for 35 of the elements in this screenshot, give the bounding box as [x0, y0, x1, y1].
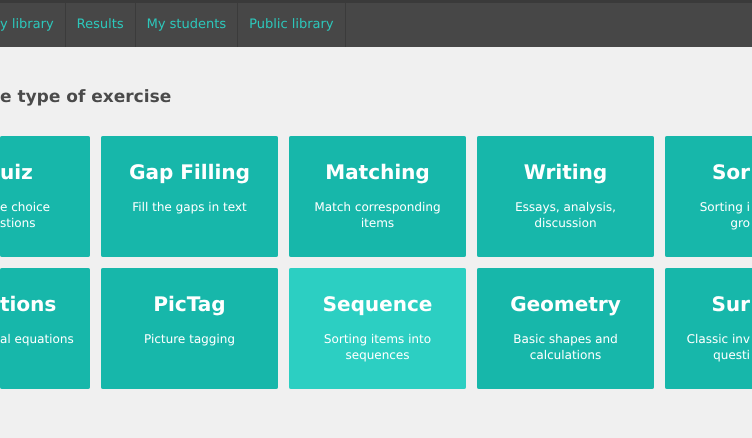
- card-title: uiz: [0, 159, 34, 186]
- exercise-card[interactable]: Sor Sorting i gro: [665, 136, 752, 257]
- exercise-card[interactable]: tions al equations: [0, 268, 90, 389]
- card-description: al equations: [0, 331, 75, 347]
- exercise-card[interactable]: Matching Match corresponding items: [289, 136, 466, 257]
- exercise-card[interactable]: uiz e choice stions: [0, 136, 90, 257]
- card-title: Sor: [710, 159, 750, 186]
- card-description: Match corresponding items: [313, 199, 442, 231]
- nav-link[interactable]: My students: [136, 3, 238, 47]
- exercise-card[interactable]: Writing Essays, analysis, discussion: [477, 136, 654, 257]
- card-title: Geometry: [509, 291, 622, 318]
- card-description: e choice stions: [0, 199, 52, 231]
- card-description: Essays, analysis, discussion: [514, 199, 617, 231]
- exercise-card[interactable]: Sequence Sorting items into sequences: [289, 268, 466, 389]
- card-title: PicTag: [152, 291, 227, 318]
- exercise-card[interactable]: PicTag Picture tagging: [101, 268, 278, 389]
- card-description: Basic shapes and calculations: [512, 331, 619, 363]
- card-title: Sur: [710, 291, 750, 318]
- exercise-card[interactable]: Geometry Basic shapes and calculations: [477, 268, 654, 389]
- nav-link[interactable]: Public library: [238, 3, 346, 47]
- card-description: Fill the gaps in text: [131, 199, 248, 215]
- exercise-card[interactable]: Gap Filling Fill the gaps in text: [101, 136, 278, 257]
- card-title: Gap Filling: [128, 159, 251, 186]
- card-title: tions: [0, 291, 58, 318]
- nav-link[interactable]: Results: [66, 3, 136, 47]
- exercise-card[interactable]: Sur Classic inv questi: [665, 268, 752, 389]
- card-title: Writing: [522, 159, 608, 186]
- card-description: Sorting items into sequences: [322, 331, 432, 363]
- card-title: Matching: [324, 159, 431, 186]
- card-description: Classic inv questi: [686, 331, 750, 363]
- card-description: Sorting i gro: [698, 199, 750, 231]
- card-description: Picture tagging: [143, 331, 236, 347]
- section-heading: e type of exercise: [0, 86, 172, 109]
- nav-link[interactable]: y library: [0, 3, 66, 47]
- card-title: Sequence: [322, 291, 434, 318]
